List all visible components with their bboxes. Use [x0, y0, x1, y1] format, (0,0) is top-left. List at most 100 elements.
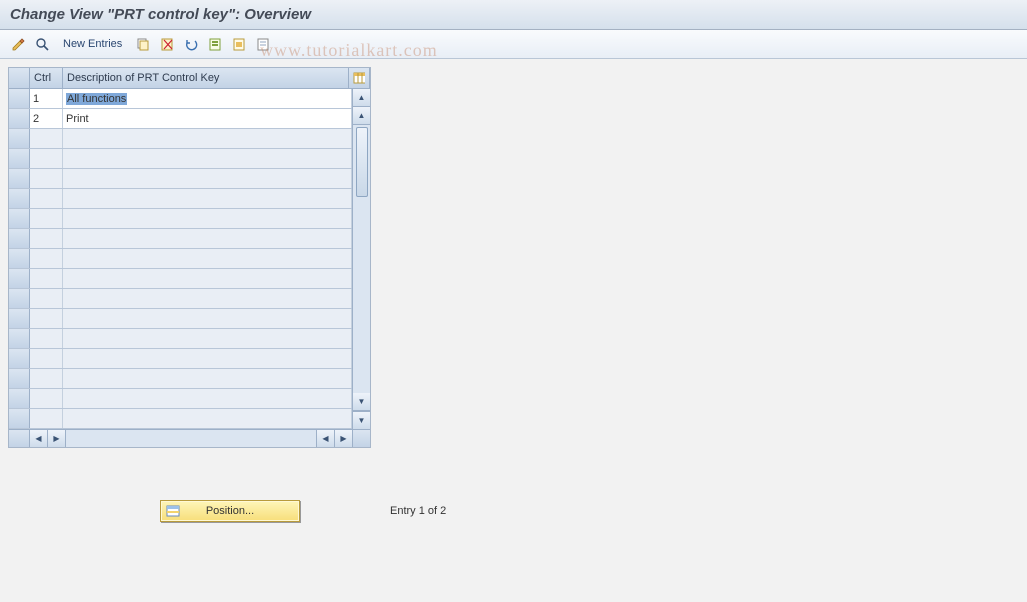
cell-ctrl[interactable] [30, 389, 63, 408]
cell-ctrl[interactable] [30, 209, 63, 228]
cell-desc[interactable]: All functions [63, 89, 352, 108]
position-button-label: Position... [206, 505, 254, 517]
cell-ctrl[interactable] [30, 329, 63, 348]
deselect-all-icon[interactable] [253, 34, 273, 54]
cell-ctrl[interactable] [30, 189, 63, 208]
title-bar: Change View "PRT control key": Overview [0, 0, 1027, 30]
table-row: 1All functions [9, 89, 352, 109]
scroll-thumb[interactable] [356, 127, 368, 197]
table-row [9, 409, 352, 429]
row-selector[interactable] [9, 89, 30, 108]
grid-header: Ctrl Description of PRT Control Key [9, 68, 370, 89]
work-area: Ctrl Description of PRT Control Key 1All… [0, 59, 1027, 456]
row-selector[interactable] [9, 189, 30, 208]
table-row [9, 309, 352, 329]
cell-ctrl[interactable] [30, 129, 63, 148]
cell-desc[interactable] [63, 309, 352, 328]
cell-ctrl[interactable] [30, 309, 63, 328]
cell-ctrl[interactable] [30, 149, 63, 168]
cell-desc[interactable] [63, 149, 352, 168]
cell-ctrl[interactable] [30, 169, 63, 188]
hscroll-track[interactable] [66, 430, 316, 447]
scroll-right-icon[interactable]: ▶ [334, 430, 352, 447]
new-entries-button[interactable]: New Entries [56, 34, 129, 54]
data-grid: Ctrl Description of PRT Control Key 1All… [8, 67, 371, 448]
row-selector[interactable] [9, 129, 30, 148]
cell-desc[interactable] [63, 189, 352, 208]
row-selector[interactable] [9, 409, 30, 428]
cell-ctrl[interactable] [30, 349, 63, 368]
select-all-icon[interactable] [205, 34, 225, 54]
row-selector[interactable] [9, 149, 30, 168]
row-selector[interactable] [9, 249, 30, 268]
select-block-icon[interactable] [229, 34, 249, 54]
table-row [9, 229, 352, 249]
delete-icon[interactable] [157, 34, 177, 54]
table-row: 2Print [9, 109, 352, 129]
cell-desc[interactable]: Print [63, 109, 352, 128]
cell-ctrl[interactable]: 2 [30, 109, 63, 128]
table-row [9, 129, 352, 149]
position-button[interactable]: Position... [160, 500, 300, 522]
cell-ctrl[interactable] [30, 249, 63, 268]
cell-desc[interactable] [63, 169, 352, 188]
column-header-ctrl[interactable]: Ctrl [30, 68, 63, 88]
cell-desc[interactable] [63, 349, 352, 368]
cell-desc[interactable] [63, 249, 352, 268]
row-selector[interactable] [9, 229, 30, 248]
scroll-down-icon-2[interactable]: ▼ [353, 393, 370, 411]
scroll-left-icon[interactable]: ◀ [30, 430, 48, 447]
display-change-toggle-icon[interactable] [8, 34, 28, 54]
cell-ctrl[interactable] [30, 269, 63, 288]
scroll-right-icon-2[interactable]: ◀ [316, 430, 334, 447]
cell-desc[interactable] [63, 269, 352, 288]
details-icon[interactable] [32, 34, 52, 54]
select-all-header[interactable] [9, 68, 30, 88]
cell-desc[interactable] [63, 369, 352, 388]
scroll-left-icon-2[interactable]: ▶ [48, 430, 66, 447]
row-selector[interactable] [9, 389, 30, 408]
cell-desc[interactable] [63, 389, 352, 408]
undo-icon[interactable] [181, 34, 201, 54]
table-row [9, 249, 352, 269]
row-selector[interactable] [9, 109, 30, 128]
copy-icon[interactable] [133, 34, 153, 54]
cell-desc[interactable] [63, 329, 352, 348]
position-icon [166, 504, 180, 518]
cell-desc[interactable] [63, 129, 352, 148]
column-header-desc[interactable]: Description of PRT Control Key [63, 68, 349, 88]
cell-ctrl[interactable] [30, 409, 63, 428]
cell-ctrl[interactable] [30, 289, 63, 308]
row-selector[interactable] [9, 349, 30, 368]
entry-status: Entry 1 of 2 [390, 505, 446, 517]
application-toolbar: New Entries [0, 30, 1027, 59]
row-selector[interactable] [9, 209, 30, 228]
hscroll-corner-left [9, 430, 30, 447]
scroll-track[interactable] [353, 125, 370, 393]
cell-desc[interactable] [63, 229, 352, 248]
cell-desc[interactable] [63, 209, 352, 228]
cell-desc[interactable] [63, 289, 352, 308]
table-row [9, 329, 352, 349]
table-row [9, 289, 352, 309]
table-row [9, 369, 352, 389]
row-selector[interactable] [9, 309, 30, 328]
vertical-scrollbar[interactable]: ▲ ▲ ▼ ▼ [352, 89, 370, 429]
table-row [9, 149, 352, 169]
horizontal-scrollbar[interactable]: ◀ ▶ ◀ ▶ [9, 429, 370, 447]
hscroll-corner-right [352, 430, 370, 447]
cell-ctrl[interactable] [30, 369, 63, 388]
row-selector[interactable] [9, 169, 30, 188]
cell-ctrl[interactable]: 1 [30, 89, 63, 108]
cell-desc[interactable] [63, 409, 352, 428]
configure-columns-icon[interactable] [349, 68, 370, 88]
cell-ctrl[interactable] [30, 229, 63, 248]
row-selector[interactable] [9, 369, 30, 388]
row-selector[interactable] [9, 329, 30, 348]
row-selector[interactable] [9, 269, 30, 288]
scroll-up-icon-2[interactable]: ▲ [353, 107, 370, 125]
page-title: Change View "PRT control key": Overview [10, 6, 311, 23]
scroll-down-icon[interactable]: ▼ [353, 411, 370, 429]
row-selector[interactable] [9, 289, 30, 308]
scroll-up-icon[interactable]: ▲ [353, 89, 370, 107]
